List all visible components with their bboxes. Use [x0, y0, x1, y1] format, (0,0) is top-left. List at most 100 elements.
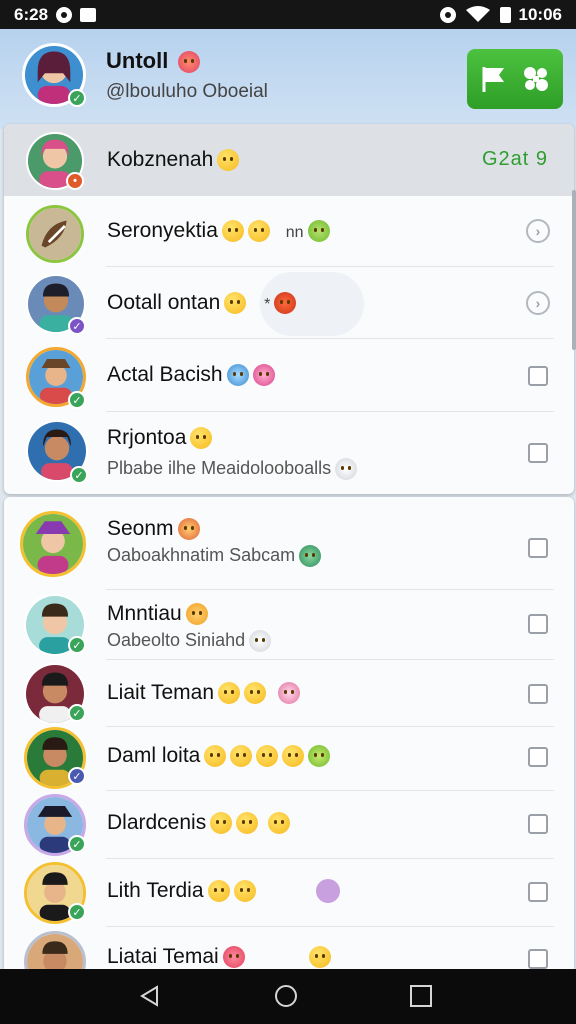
emoji-icon: [177, 518, 200, 541]
contact-name: Liait Teman: [107, 681, 301, 705]
flag-icon: [482, 67, 504, 92]
profile-handle: @lbouluho Oboeial: [106, 81, 268, 102]
contact-name: Dlardcenis: [107, 811, 291, 835]
emoji-icon: [233, 880, 256, 903]
list-item[interactable]: ✓ Liait Teman: [4, 660, 574, 727]
select-checkbox[interactable]: [528, 538, 548, 558]
select-checkbox[interactable]: [528, 747, 548, 767]
new-chat-button[interactable]: [467, 49, 563, 109]
emoji-icon: [256, 745, 279, 768]
emoji-icon: [308, 946, 331, 969]
emoji-icon: [178, 51, 201, 74]
recent-apps-icon[interactable]: [410, 985, 432, 1007]
avatar: [24, 931, 86, 969]
emoji-icon: [247, 220, 270, 243]
emoji-icon: [222, 946, 245, 969]
select-checkbox[interactable]: [528, 614, 548, 634]
select-checkbox[interactable]: [528, 882, 548, 902]
list-item[interactable]: ✓ Dlardcenis: [4, 791, 574, 859]
scrollbar[interactable]: [572, 190, 576, 350]
emoji-icon: [230, 745, 253, 768]
emoji-icon: [268, 812, 291, 835]
avatar: [20, 511, 86, 577]
contact-status: Oabeolto Siniahd: [107, 630, 272, 653]
emoji-icon: [252, 364, 275, 387]
status-badge-icon: ✓: [68, 835, 86, 853]
contact-name: Lith Terdia: [107, 879, 256, 903]
emoji-icon: [249, 630, 272, 653]
list-item[interactable]: ✓ Daml loita: [4, 727, 574, 791]
wifi-signal-icon: [465, 5, 490, 22]
status-badge-icon: •: [66, 172, 84, 190]
status-time-left: 6:28: [14, 4, 49, 24]
chevron-right-icon[interactable]: ›: [526, 291, 550, 315]
emoji-icon: [217, 149, 240, 172]
home-icon[interactable]: [275, 985, 297, 1007]
select-checkbox[interactable]: [528, 814, 548, 834]
emoji-icon: [299, 545, 322, 568]
alarm-icon: [439, 6, 456, 23]
list-item[interactable]: Liatai Temai: [4, 927, 574, 969]
presence-dot: [316, 879, 340, 903]
emoji-icon: [221, 220, 244, 243]
emoji-icon: [218, 682, 241, 705]
contact-name: Kobznenah: [107, 148, 240, 172]
emoji-icon: [274, 292, 297, 315]
emoji-icon: [282, 745, 305, 768]
list-item[interactable]: ✓ Lith Terdia: [4, 859, 574, 927]
chevron-right-icon[interactable]: ›: [526, 219, 550, 243]
status-badge-icon: ✓: [68, 391, 86, 409]
list-item[interactable]: • Kobznenah G2at 9: [4, 124, 574, 196]
status-badge-icon: ✓: [68, 317, 86, 335]
select-checkbox[interactable]: [528, 366, 548, 386]
emoji-icon: [244, 682, 267, 705]
status-badge-icon: ✓: [68, 704, 86, 722]
system-nav-bar: [0, 969, 576, 1024]
list-item[interactable]: ✓ Rrjontoa Plbabe ilhe Meaidolooboalls: [4, 412, 574, 494]
list-item[interactable]: ✓ Mnntiau Oabeolto Siniahd: [4, 590, 574, 660]
emoji-icon: [224, 292, 247, 315]
list-item[interactable]: ✓ Actal Bacish: [4, 339, 574, 412]
emoji-icon: [236, 812, 259, 835]
contact-name: Seonm: [107, 517, 200, 541]
puzzle-icon: [524, 67, 548, 91]
emoji-icon: [185, 603, 208, 626]
contact-status: Oaboakhnatim Sabcam: [107, 545, 322, 568]
emoji-icon: [207, 880, 230, 903]
select-checkbox[interactable]: [528, 949, 548, 969]
contact-name: Actal Bacish: [107, 363, 275, 387]
emoji-icon: [226, 364, 249, 387]
contact-list-top: • Kobznenah G2at 9 Seronyektia nn › ✓ Oo…: [4, 124, 574, 494]
status-tag: G2at 9: [481, 148, 548, 170]
emoji-icon: [190, 427, 213, 450]
list-item[interactable]: ✓ Ootall ontan * ›: [4, 267, 574, 339]
select-checkbox[interactable]: [528, 684, 548, 704]
profile-title: Untoll: [106, 48, 201, 74]
contact-name: Rrjontoa: [107, 426, 213, 450]
back-icon[interactable]: [139, 985, 161, 1007]
contact-name: Ootall ontan *: [107, 291, 297, 315]
contact-name: Mnntiau: [107, 602, 208, 626]
status-badge-icon: ✓: [68, 903, 86, 921]
status-badge-icon: ✓: [70, 466, 88, 484]
notification-icon: [56, 6, 73, 23]
app-notification-icon: [80, 7, 97, 22]
emoji-icon: [278, 682, 301, 705]
contact-status: Plbabe ilhe Meaidolooboalls: [107, 458, 358, 481]
list-item[interactable]: Seronyektia nn ›: [4, 196, 574, 267]
battery-icon: [499, 6, 511, 23]
emoji-icon: [335, 458, 358, 481]
verified-badge-icon: ✓: [68, 89, 86, 107]
status-badge-icon: ✓: [68, 767, 86, 785]
select-checkbox[interactable]: [528, 443, 548, 463]
emoji-icon: [308, 745, 331, 768]
avatar: [26, 205, 84, 263]
contact-list-bottom: Seonm Oaboakhnatim Sabcam ✓ Mnntiau Oabe…: [4, 497, 574, 969]
emoji-icon: [210, 812, 233, 835]
emoji-icon: [307, 220, 330, 243]
status-bar: 6:28 10:06: [0, 0, 576, 29]
status-time-right: 10:06: [518, 4, 562, 24]
list-item[interactable]: Seonm Oaboakhnatim Sabcam: [4, 497, 574, 590]
contact-name: Seronyektia nn: [107, 219, 330, 243]
emoji-icon: [204, 745, 227, 768]
